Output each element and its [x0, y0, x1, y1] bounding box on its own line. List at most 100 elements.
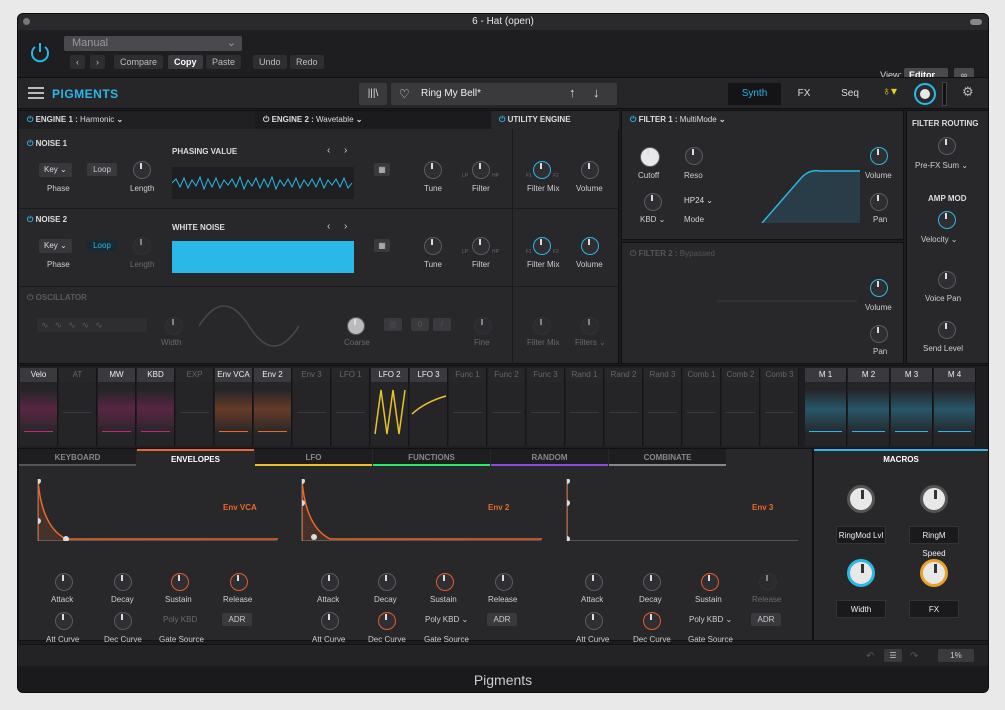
- arrow-down-icon[interactable]: ↓: [593, 85, 600, 100]
- noise1-keyboard-icon[interactable]: ▦: [374, 163, 390, 176]
- tab-keyboard[interactable]: KEYBOARD: [19, 449, 136, 466]
- paste-button[interactable]: Paste: [206, 55, 242, 69]
- amp-mod-knob[interactable]: [938, 211, 956, 229]
- filter2-volume-knob[interactable]: [870, 279, 888, 297]
- mod-source-m-3[interactable]: M 3: [891, 368, 933, 446]
- tab-combinate[interactable]: COMBINATE: [609, 449, 726, 466]
- noise1-volume-knob[interactable]: [581, 161, 599, 179]
- mod-source-exp[interactable]: EXP: [176, 368, 214, 446]
- voice-pan-knob[interactable]: [938, 271, 956, 289]
- mod-source-velo[interactable]: Velo: [20, 368, 58, 446]
- utility-tab[interactable]: ⏻ UTILITY ENGINE: [491, 111, 619, 129]
- oscillator-waveform-selector[interactable]: ∿∿∿∿∿: [37, 318, 147, 332]
- mod-source-lfo-1[interactable]: LFO 1: [332, 368, 370, 446]
- engine2-tab[interactable]: ⏻ ENGINE 2 : Wavetable ⌄: [255, 111, 491, 129]
- compare-button[interactable]: Compare: [114, 55, 164, 69]
- filter1-reso-knob[interactable]: [685, 147, 703, 165]
- mod-source-rand-2[interactable]: Rand 2: [605, 368, 643, 446]
- heart-icon[interactable]: ♡: [399, 87, 410, 101]
- mod-source-rand-1[interactable]: Rand 1: [566, 368, 604, 446]
- env-3-dec-curve-knob[interactable]: [643, 612, 661, 630]
- tab-lfo[interactable]: LFO: [255, 449, 372, 466]
- filter2-title[interactable]: ⏻ FILTER 2 : Bypassed: [622, 245, 715, 263]
- mod-source-env-3[interactable]: Env 3: [293, 368, 331, 446]
- noise1-mode-select[interactable]: Key ⌄: [39, 163, 72, 177]
- undo-icon[interactable]: ↶: [866, 651, 874, 662]
- library-icon[interactable]: |||\: [359, 83, 387, 105]
- tab-random[interactable]: RANDOM: [491, 449, 608, 466]
- copy-button[interactable]: Copy: [168, 55, 203, 69]
- mod-source-func-3[interactable]: Func 3: [527, 368, 565, 446]
- env-3-release-knob[interactable]: [759, 573, 777, 591]
- noise2-volume-knob[interactable]: [581, 237, 599, 255]
- env-2-attack-knob[interactable]: [321, 573, 339, 591]
- filter1-cutoff-knob[interactable]: [640, 147, 660, 167]
- oscillator-coarse-knob[interactable]: [347, 317, 365, 335]
- filter1-volume-knob[interactable]: [870, 147, 888, 165]
- redo-button[interactable]: Redo: [290, 55, 324, 69]
- gear-icon[interactable]: ⚙: [962, 84, 974, 100]
- mod-source-lfo-3[interactable]: LFO 3: [410, 368, 448, 446]
- mod-source-func-1[interactable]: Func 1: [449, 368, 487, 446]
- noise2-keyboard-icon[interactable]: ▦: [374, 239, 390, 252]
- power-icon[interactable]: [27, 40, 53, 66]
- mod-source-mw[interactable]: MW: [98, 368, 136, 446]
- env-3-sustain-knob[interactable]: [701, 573, 719, 591]
- env-2-dec-curve-knob[interactable]: [378, 612, 396, 630]
- filter1-mode-select[interactable]: HP24 ⌄: [679, 194, 718, 208]
- lightbulb-icon[interactable]: ♁▾: [882, 84, 897, 98]
- mod-source-comb-3[interactable]: Comb 3: [761, 368, 799, 446]
- env-2-att-curve-knob[interactable]: [321, 612, 339, 630]
- noise1-loop-button[interactable]: Loop: [87, 163, 117, 176]
- noise1-length-knob[interactable]: [133, 161, 151, 179]
- mod-source-rand-3[interactable]: Rand 3: [644, 368, 682, 446]
- list-icon[interactable]: ☰: [884, 649, 902, 662]
- env-3-att-curve-knob[interactable]: [585, 612, 603, 630]
- env-2-sustain-knob[interactable]: [436, 573, 454, 591]
- macro-4-label[interactable]: FX: [909, 600, 959, 618]
- oscillator-filter-mix-knob[interactable]: [533, 317, 551, 335]
- mod-source-env-2[interactable]: Env 2: [254, 368, 292, 446]
- undo-button[interactable]: Undo: [253, 55, 287, 69]
- mod-source-env-vca[interactable]: Env VCA: [215, 368, 253, 446]
- oscillator-keyboard-icon[interactable]: |||: [384, 318, 402, 331]
- master-volume-knob[interactable]: [914, 83, 936, 105]
- mod-source-func-2[interactable]: Func 2: [488, 368, 526, 446]
- mod-source-m-4[interactable]: M 4: [934, 368, 976, 446]
- mod-source-at[interactable]: AT: [59, 368, 97, 446]
- noise1-filter-knob[interactable]: [472, 161, 490, 179]
- mod-source-comb-2[interactable]: Comb 2: [722, 368, 760, 446]
- window-close-dot[interactable]: [23, 18, 30, 25]
- window-pill[interactable]: [970, 19, 982, 25]
- env-vca-decay-knob[interactable]: [114, 573, 132, 591]
- noise2-next-icon[interactable]: ›: [344, 221, 347, 232]
- env-2-decay-knob[interactable]: [378, 573, 396, 591]
- menu-icon[interactable]: [28, 87, 44, 99]
- env-3-attack-knob[interactable]: [585, 573, 603, 591]
- env-vca-adr-button[interactable]: ADR: [222, 613, 252, 626]
- filter1-kbd-knob[interactable]: [644, 193, 662, 211]
- routing-select[interactable]: Pre-FX Sum ⌄: [915, 161, 968, 170]
- filter2-pan-knob[interactable]: [870, 325, 888, 343]
- engine1-tab[interactable]: ⏻ ENGINE 1 : Harmonic ⌄: [19, 111, 255, 129]
- tab-functions[interactable]: FUNCTIONS: [373, 449, 490, 466]
- env-2-release-knob[interactable]: [495, 573, 513, 591]
- filter1-pan-knob[interactable]: [870, 193, 888, 211]
- prev-button[interactable]: ‹: [70, 55, 85, 69]
- noise2-loop-button[interactable]: Loop: [87, 239, 117, 252]
- noise2-prev-icon[interactable]: ‹: [327, 221, 330, 232]
- env-2-adr-button[interactable]: ADR: [487, 613, 517, 626]
- noise2-filter-mix-knob[interactable]: [533, 237, 551, 255]
- noise1-prev-icon[interactable]: ‹: [327, 145, 330, 156]
- macro-1-knob[interactable]: [847, 485, 875, 513]
- env-vca-dec-curve-knob[interactable]: [114, 612, 132, 630]
- env-vca-attack-knob[interactable]: [55, 573, 73, 591]
- amp-mod-select[interactable]: Velocity ⌄: [921, 235, 958, 244]
- filter1-kbd-label[interactable]: KBD ⌄: [640, 215, 665, 224]
- arrow-up-icon[interactable]: ↑: [569, 85, 576, 100]
- macro-3-knob[interactable]: [847, 559, 875, 587]
- env-3-decay-knob[interactable]: [643, 573, 661, 591]
- send-level-knob[interactable]: [938, 321, 956, 339]
- noise2-mode-select[interactable]: Key ⌄: [39, 239, 72, 253]
- macro-2-knob[interactable]: [920, 485, 948, 513]
